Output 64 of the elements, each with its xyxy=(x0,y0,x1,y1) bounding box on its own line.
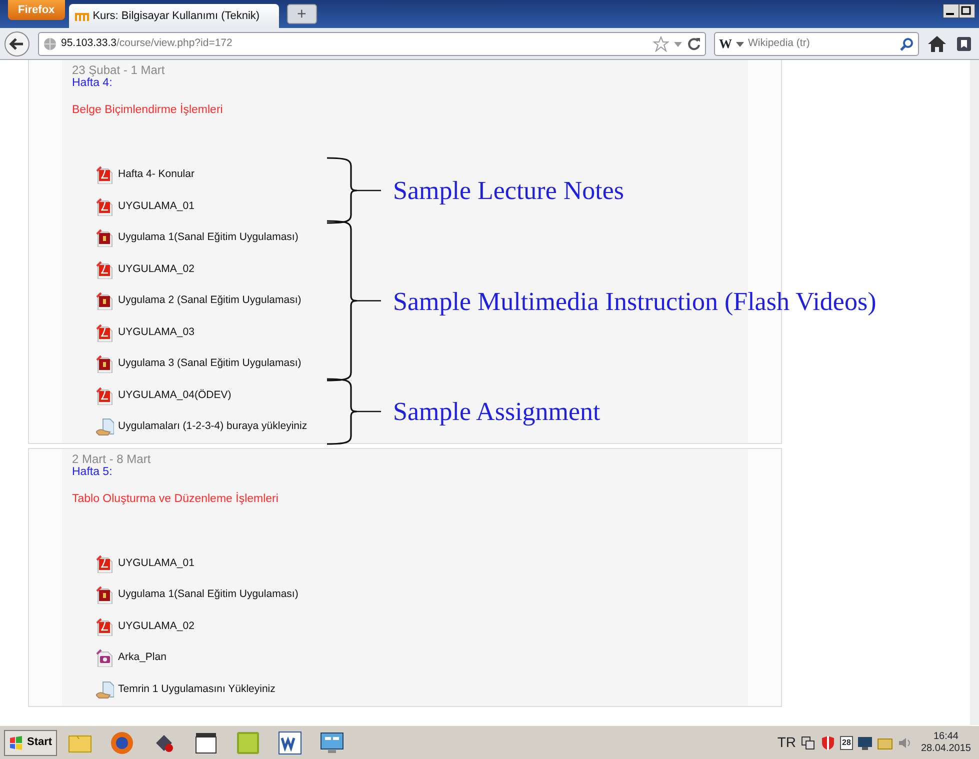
search-placeholder: Wikipedia (tr) xyxy=(748,36,810,51)
star-icon[interactable] xyxy=(653,36,669,52)
dropdown-arrow-icon[interactable] xyxy=(736,40,744,48)
activity-link[interactable]: Arka_Plan xyxy=(118,650,166,666)
flash-file-icon xyxy=(96,586,114,604)
section-dates: 23 Şubat - 1 Mart xyxy=(72,64,166,77)
new-tab-button[interactable]: + xyxy=(286,4,317,24)
home-icon[interactable] xyxy=(927,34,947,52)
activity-link[interactable]: Uygulama 3 (Sanal Eğitim Uygulaması) xyxy=(118,356,302,372)
clock-time[interactable]: 16:44 xyxy=(920,730,971,742)
section-topic: Tablo Oluşturma ve Düzenleme İşlemleri xyxy=(72,491,280,507)
pdf-file-icon xyxy=(96,198,114,216)
windows-logo-icon xyxy=(9,736,23,750)
activity-link[interactable]: Hafta 4- Konular xyxy=(118,167,194,183)
monitor-icon[interactable] xyxy=(856,734,873,750)
activity-link[interactable]: UYGULAMA_02 xyxy=(118,262,194,278)
address-field[interactable]: 95.103.33.3/course/view.php?id=172 xyxy=(38,32,706,56)
minimize-icon[interactable] xyxy=(943,4,959,18)
document-hand-icon xyxy=(96,680,114,699)
annotation-label: Sample Multimedia Instruction (Flash Videos) xyxy=(393,286,876,318)
activity-link[interactable]: UYGULAMA_02 xyxy=(118,618,194,635)
restore-icon[interactable] xyxy=(959,4,975,18)
section-topic: Belge Biçimlendirme İşlemleri xyxy=(72,102,224,118)
url-text: 95.103.33.3/course/view.php?id=172 xyxy=(61,36,232,51)
document-hand-icon xyxy=(96,418,114,436)
flash-file-icon xyxy=(96,292,114,310)
pdf-file-icon xyxy=(96,166,114,184)
pdf-file-icon xyxy=(96,386,114,404)
moodle-logo-icon xyxy=(74,10,89,22)
browser-tab[interactable]: Kurs: Bilgisayar Kullanımı (Teknik) xyxy=(68,4,279,28)
activity-link[interactable]: UYGULAMA_01 xyxy=(118,556,194,572)
annotation-label: Sample Lecture Notes xyxy=(393,175,624,208)
reload-icon[interactable] xyxy=(687,36,701,50)
language-indicator[interactable]: TR xyxy=(777,732,796,753)
activity-link[interactable]: Uygulama 1(Sanal Eğitim Uygulaması) xyxy=(118,587,298,604)
activity-link[interactable]: Uygulama 1(Sanal Eğitim Uygulaması) xyxy=(118,230,298,246)
flash-file-icon xyxy=(96,355,114,373)
week-title: Hafta 4: xyxy=(72,77,114,90)
search-field[interactable]: W Wikipedia (tr) xyxy=(714,32,919,56)
pdf-file-icon xyxy=(96,554,114,573)
activity-link[interactable]: Uygulamaları (1-2-3-4) buraya yükleyiniz xyxy=(118,419,308,435)
activity-link[interactable]: UYGULAMA_01 xyxy=(118,198,194,214)
network-icon[interactable] xyxy=(800,734,816,750)
globe-icon xyxy=(43,36,57,50)
back-icon[interactable] xyxy=(4,30,30,56)
calendar-day[interactable]: 28 xyxy=(840,736,853,750)
flash-file-icon xyxy=(96,229,114,247)
activity-link[interactable]: UYGULAMA_03 xyxy=(118,324,194,340)
section-dates: 2 Mart - 8 Mart xyxy=(72,452,152,466)
week-title: Hafta 5: xyxy=(72,466,114,479)
start-button[interactable]: Start xyxy=(4,730,58,756)
word-icon[interactable] xyxy=(276,728,304,756)
annotation-label: Sample Assignment xyxy=(393,396,600,428)
activity-link[interactable]: UYGULAMA_04(ÖDEV) xyxy=(118,388,232,404)
clock-date[interactable]: 28.04.2015 xyxy=(920,742,971,754)
activity-link[interactable]: Temrin 1 Uygulamasını Yükleyiniz xyxy=(118,682,276,698)
pdf-file-icon xyxy=(96,260,114,278)
shield-icon[interactable] xyxy=(820,734,836,750)
image-file-icon xyxy=(96,649,114,668)
pdf-file-icon xyxy=(96,324,114,342)
search-engine-logo[interactable]: W xyxy=(719,34,732,54)
search-icon[interactable] xyxy=(900,36,914,50)
pdf-file-icon xyxy=(96,618,114,636)
activity-link[interactable]: Uygulama 2 (Sanal Eğitim Uygulaması) xyxy=(118,293,302,309)
